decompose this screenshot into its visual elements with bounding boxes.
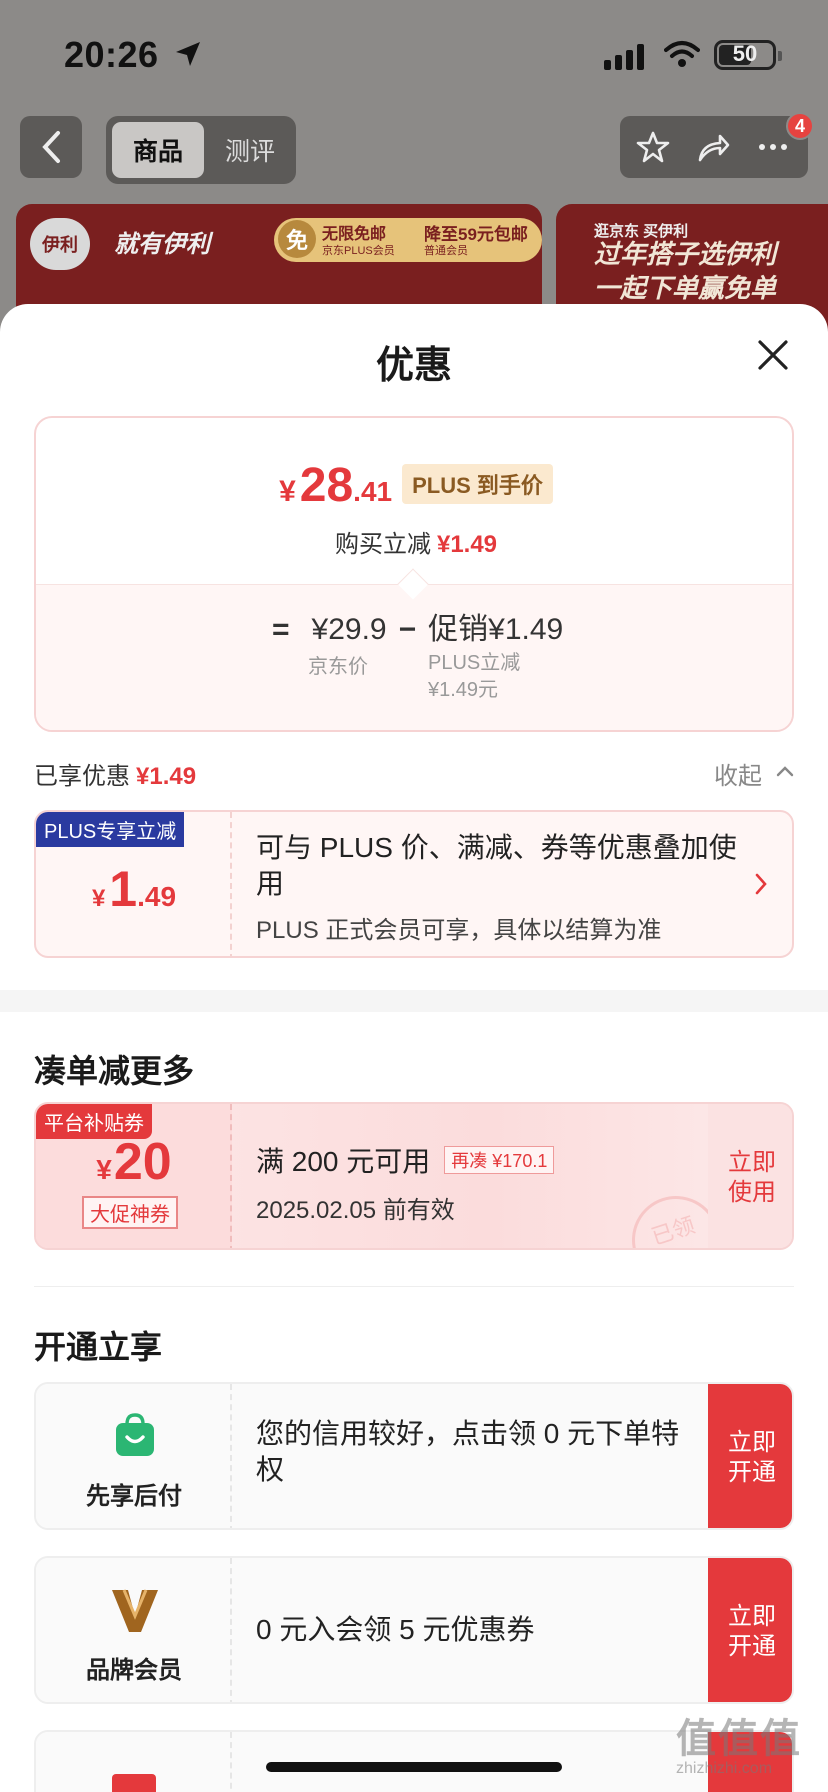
collapse-button[interactable]: 收起 [714,756,762,791]
plus-discount-amount: ¥ 1 .49 [91,861,177,917]
location-arrow-icon [176,42,200,66]
free-shipping-sub: 京东PLUS会员 [322,245,395,257]
shopping-bag-icon [116,1413,154,1456]
activate-button[interactable]: 立即开通 [708,1384,792,1528]
battery-level: 50 [732,41,758,66]
coupon-condition: 满 200 元可用 再凑 ¥170.1 [256,1140,555,1180]
price-formula: = ¥29.9 − 促销¥1.49 [272,604,563,648]
chevron-up-icon[interactable] [776,764,794,778]
plus-discount-note: PLUS 正式会员可享，具体以结算为准 [256,917,662,944]
close-icon[interactable] [752,334,794,376]
service-label: 品牌会员 [86,1657,182,1684]
banner-right-line3: 一起下单赢免单 [594,273,777,303]
plus-discount-title: 可与 PLUS 价、满减、券等优惠叠加使用 [256,832,737,899]
free-shipping-icon: 免 [278,220,316,258]
activate-button[interactable]: 立即开通 [708,1558,792,1702]
plus-price-tag: PLUS 到手价 [402,464,553,504]
platform-coupon-card[interactable]: 平台补贴券 ¥ 20 大促神券 满 200 元可用 再凑 ¥170.1 2025… [34,1102,794,1250]
service-description: 您的信用较好，点击领 0 元下单特权 [256,1418,680,1485]
tab-review[interactable]: 测评 [210,122,290,178]
section-title-open: 开通立享 [34,1329,163,1365]
use-coupon-button[interactable]: 立即使用 [708,1104,792,1248]
tab-product[interactable]: 商品 [112,122,204,178]
cellular-signal-icon [604,44,644,70]
base-price-label: 京东价 [308,656,368,678]
status-time: 20:26 [64,34,159,75]
chevron-left-icon [42,131,60,163]
status-bar: 20:26 50 [0,0,828,100]
plus-discount-card[interactable]: PLUS专享立减 ¥ 1 .49 可与 PLUS 价、满减、券等优惠叠加使用 P… [34,810,794,958]
message-count-badge: 4 [786,112,814,140]
brand-v-icon [112,1589,158,1632]
more-icon[interactable] [756,130,790,164]
promo-label: PLUS立减 ¥1.49元 [428,652,521,701]
watermark-url: zhizhizhi.com [676,1760,773,1777]
promo-amount: 促销¥1.49 [428,613,564,646]
final-price: ¥ 28 .41 PLUS 到手价 [36,458,792,513]
banner-right-line2: 过年搭子选伊利 [594,239,777,269]
shipping-pill: 免 无限免邮 京东PLUS会员 降至59元包邮 普通会员 [274,218,542,262]
card-icon [112,1774,156,1792]
service-description: 0 元入会领 5 元优惠券 [256,1614,535,1645]
background-product-page: 20:26 50 商品 测评 4 伊利 就有伊利 免 无限免邮 京东PLUS会员… [0,0,828,340]
sheet-title: 优惠 [375,345,452,387]
watermark-logo: 值值值 [676,1717,802,1761]
share-icon[interactable] [696,130,730,164]
coupon-expiry: 2025.02.05 前有效 [256,1197,455,1224]
service-card-brand-member[interactable]: 品牌会员 0 元入会领 5 元优惠券 立即开通 [34,1556,794,1704]
price-saving-line: 购买立减 ¥1.49 [334,531,498,558]
home-indicator[interactable] [266,1762,562,1772]
plus-exclusive-badge: PLUS专享立减 [36,812,185,847]
battery-icon: 50 [714,40,782,70]
coupon-amount: ¥ 20 [96,1133,172,1191]
brand-slogan-logo: 就有伊利 [114,231,210,258]
product-tabs: 商品 测评 [106,116,296,184]
discount-shipping-sub: 普通会员 [424,245,468,257]
nav-actions [620,116,808,178]
service-card-pay-later[interactable]: 先享后付 您的信用较好，点击领 0 元下单特权 立即开通 [34,1382,794,1530]
star-icon[interactable] [636,130,670,164]
back-button[interactable] [20,116,82,178]
brand-logo: 伊利 [30,218,90,270]
section-divider [0,990,828,1012]
section-title-more: 凑单减更多 [34,1053,195,1089]
base-price: ¥29.9 [311,613,387,646]
price-breakdown-card: ¥ 28 .41 PLUS 到手价 购买立减 ¥1.49 = ¥29.9 − 促销… [34,416,794,732]
coupon-remaining: 再凑 ¥170.1 [444,1146,555,1174]
enjoyed-discount: 已享优惠 ¥1.49 [34,763,197,790]
chevron-right-icon[interactable] [754,872,768,896]
discount-sheet: 优惠 ¥ 28 .41 PLUS 到手价 购买立减 ¥1.49 = ¥29.9 −… [0,304,828,1792]
free-shipping-title: 无限免邮 [322,226,387,243]
coupon-tag: 大促神券 [82,1196,178,1229]
service-label: 先享后付 [86,1483,182,1510]
wifi-icon [664,41,700,67]
